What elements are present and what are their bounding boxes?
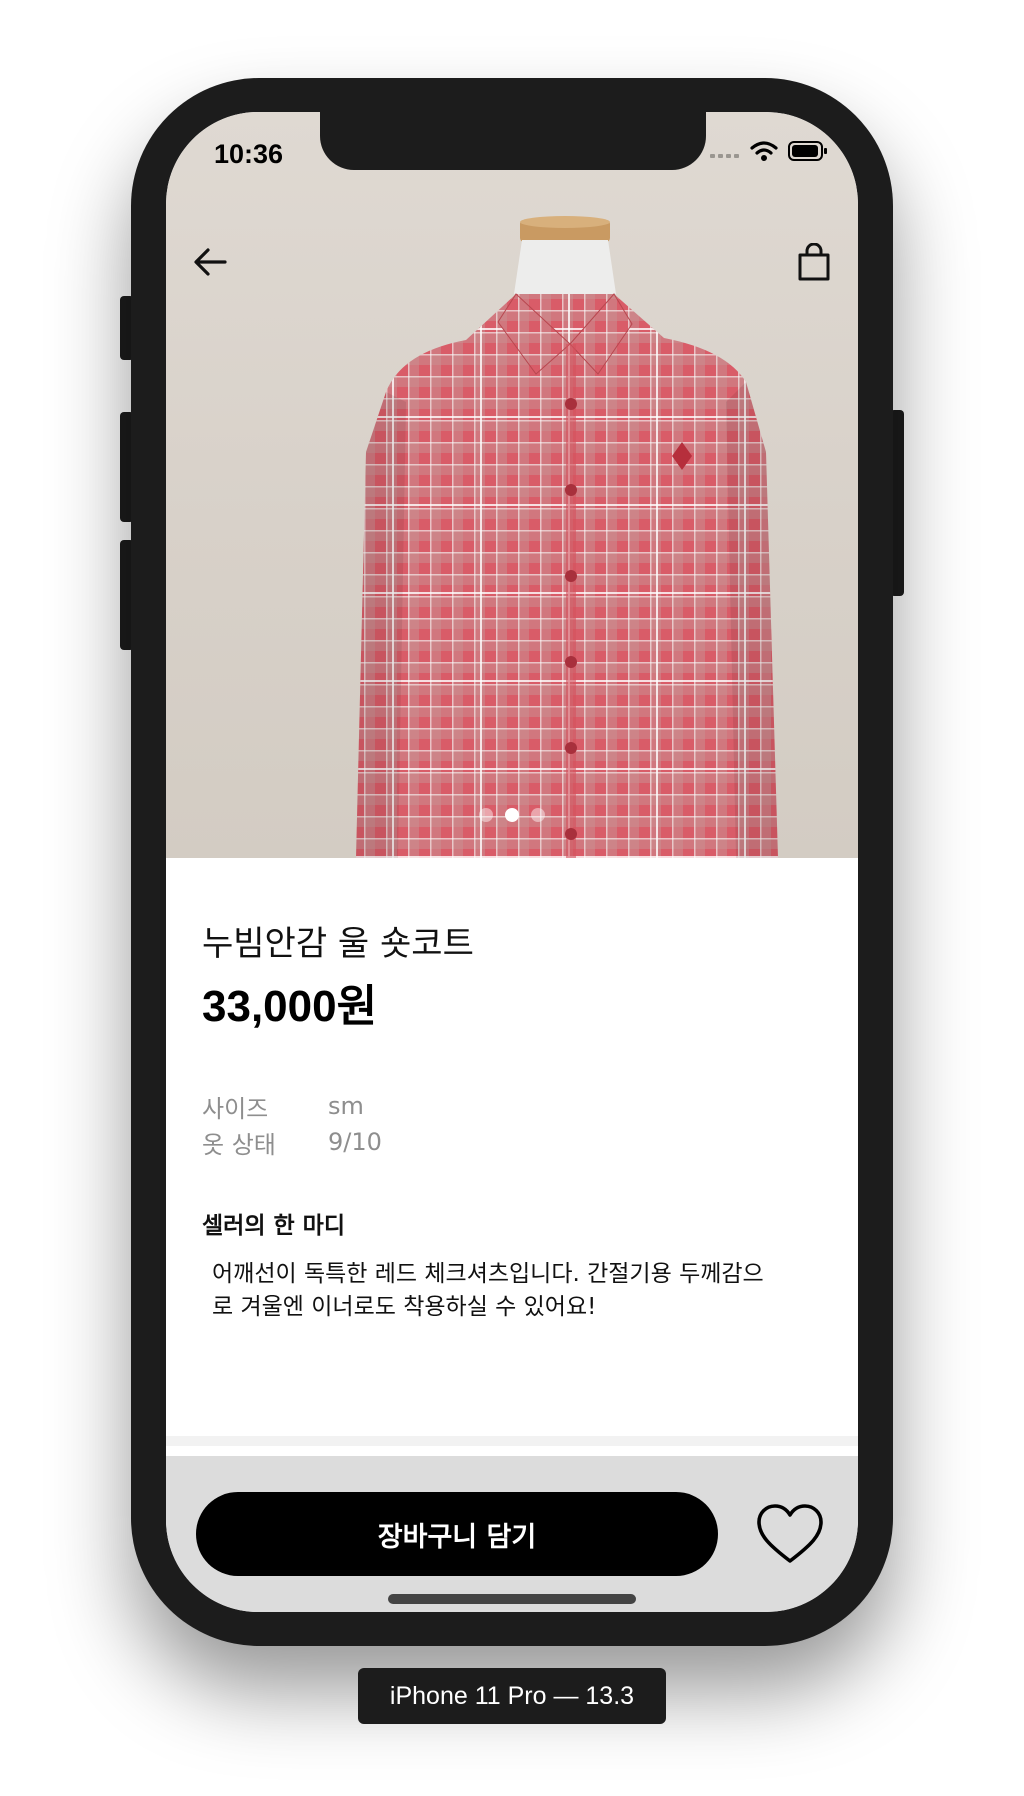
product-photo: [356, 216, 778, 858]
product-info: 누빔안감 울 숏코트 33,000원: [202, 922, 822, 1034]
spec-label: 옷 상태: [202, 1130, 276, 1159]
cellular-signal-icon: [710, 154, 739, 158]
bottom-action-bar: 장바구니 담기: [166, 1456, 858, 1612]
add-to-cart-button[interactable]: 장바구니 담기: [196, 1492, 718, 1576]
seller-comment-line: 로 겨울엔 이너로도 착용하실 수 있어요!: [212, 1294, 597, 1320]
spec-label: 사이즈: [202, 1094, 269, 1123]
seller-comment-title: 셀러의 한 마디: [202, 1213, 345, 1239]
product-image-gallery[interactable]: [166, 112, 858, 858]
product-name: 누빔안감 울 숏코트: [202, 924, 474, 964]
spec-value: 9/10: [328, 1128, 382, 1156]
gallery-dot[interactable]: [531, 808, 545, 822]
battery-icon: [788, 141, 827, 161]
back-button[interactable]: [180, 232, 240, 292]
seller-comment-text: 어깨선이 독특한 레드 체크셔츠입니다. 간절기용 두께감으 로 겨울엔 이너로…: [212, 1258, 792, 1324]
app-screen: 10:36 누빔안감 울 숏코트 33,000원 사이즈 sm 옷 상태 9/1…: [166, 112, 858, 1612]
gallery-pagination[interactable]: [166, 808, 858, 822]
device-notch: [320, 112, 706, 170]
status-time: 10:36: [214, 139, 284, 169]
status-icons: [710, 140, 828, 162]
heart-icon: [757, 1504, 823, 1563]
seller-comment-line: 어깨선이 독특한 레드 체크셔츠입니다. 간절기용 두께감으: [212, 1261, 764, 1287]
product-specs: 사이즈 sm 옷 상태 9/10: [202, 1088, 382, 1160]
spec-row-size: 사이즈 sm: [202, 1088, 382, 1124]
arrow-left-icon: [194, 248, 227, 276]
gallery-dot-active[interactable]: [505, 808, 519, 822]
bottom-divider: [166, 1436, 858, 1446]
cart-button-header[interactable]: [784, 232, 844, 292]
spec-value: sm: [328, 1092, 364, 1120]
product-price: 33,000원: [202, 982, 378, 1031]
device-caption: iPhone 11 Pro — 13.3: [358, 1668, 666, 1724]
gallery-dot[interactable]: [479, 808, 493, 822]
spec-row-condition: 옷 상태 9/10: [202, 1124, 382, 1160]
wifi-icon: [750, 141, 778, 161]
shopping-bag-icon: [798, 243, 830, 281]
home-indicator[interactable]: [388, 1594, 636, 1604]
favorite-button[interactable]: [752, 1496, 828, 1572]
